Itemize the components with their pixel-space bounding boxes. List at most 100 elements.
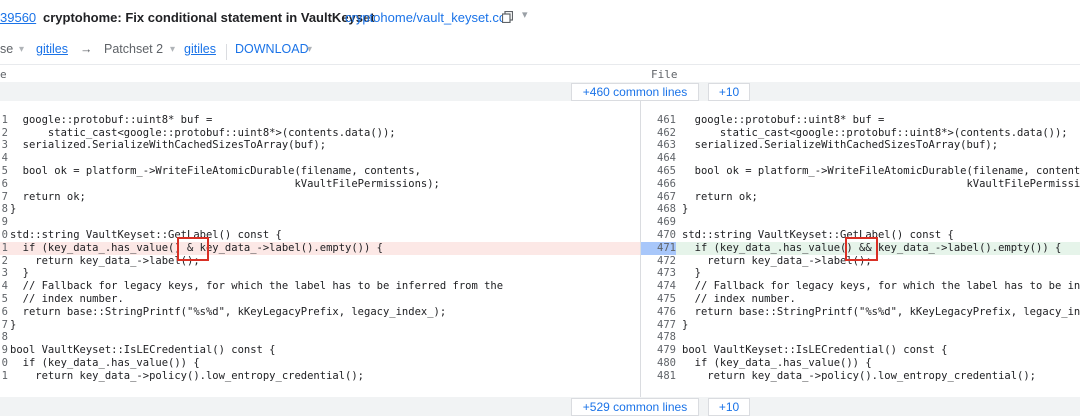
left-code-line: serialized.SerializeWithCachedSizesToArr… <box>10 139 327 152</box>
right-code-line: } <box>682 203 689 216</box>
right-code-line: // Fallback for legacy keys, for which t… <box>694 280 1080 293</box>
diff-row: 2 static_cast<google::protobuf::uint8*>(… <box>0 127 1080 140</box>
left-line-number[interactable]: 0 <box>0 229 8 242</box>
left-line-number[interactable]: 5 <box>0 293 8 306</box>
diff-row: 3 } 473 } <box>0 267 1080 280</box>
expand-common-lines-button[interactable]: +460 common lines <box>571 83 699 101</box>
right-line-number[interactable]: 468 <box>648 203 680 216</box>
download-dropdown-icon[interactable]: ▾ <box>307 44 312 55</box>
left-code-line: } <box>10 203 17 216</box>
right-line-number[interactable]: 464 <box>648 152 680 165</box>
left-line-number[interactable]: 2 <box>0 127 8 140</box>
right-code-line: serialized.SerializeWithCachedSizesToArr… <box>682 139 999 152</box>
diff-row: 8 478 <box>0 331 1080 344</box>
change-subject: cryptohome: Fix conditional statement in… <box>43 10 375 25</box>
right-line-number[interactable]: 471 <box>648 242 680 255</box>
download-button[interactable]: DOWNLOAD <box>235 42 309 56</box>
left-code-line <box>10 331 642 344</box>
diff-row: 6 return base::StringPrintf("%s%d", kKey… <box>0 306 1080 319</box>
right-line-number[interactable] <box>648 101 680 114</box>
copy-icon[interactable] <box>502 11 513 23</box>
right-line-number[interactable]: 472 <box>648 255 680 268</box>
right-line-number[interactable]: 461 <box>648 114 680 127</box>
patch-gitiles-link[interactable]: gitiles <box>184 42 216 56</box>
diff-row: 9 bool VaultKeyset::IsLECredential() cons… <box>0 344 1080 357</box>
right-line-number[interactable]: 481 <box>648 370 680 383</box>
left-line-number[interactable]: 6 <box>0 306 8 319</box>
right-code-line: // index number. <box>682 293 796 305</box>
left-column-label: e <box>0 68 7 81</box>
right-line-number[interactable]: 473 <box>648 267 680 280</box>
right-line-number[interactable]: 476 <box>648 306 680 319</box>
left-line-number[interactable]: 5 <box>0 165 8 178</box>
diff-row <box>0 101 1080 114</box>
divider <box>226 44 227 60</box>
left-code-line: // Fallback for legacy keys, for which t… <box>10 280 504 293</box>
right-code-line: return base::StringPrintf("%s%d", kKeyLe… <box>682 305 1080 318</box>
base-dropdown-icon[interactable]: ▾ <box>19 44 24 55</box>
left-code-line: // index number. <box>10 293 124 305</box>
file-path-link[interactable]: cryptohome/vault_keyset.cc <box>345 10 505 25</box>
left-line-number[interactable]: 9 <box>0 344 8 357</box>
left-line-number[interactable]: 8 <box>0 331 8 344</box>
left-line-number[interactable]: 4 <box>0 280 8 293</box>
column-header: e File <box>0 64 1080 83</box>
left-line-number[interactable]: 8 <box>0 203 8 216</box>
right-code-line: } <box>682 267 701 280</box>
right-line-number[interactable]: 465 <box>648 165 680 178</box>
base-gitiles-link[interactable]: gitiles <box>36 42 68 56</box>
right-line-number[interactable]: 467 <box>648 191 680 204</box>
right-code-line: bool VaultKeyset::IsLECredential() const… <box>682 344 948 357</box>
expand-ten-lines-button[interactable]: +10 <box>708 398 750 416</box>
diff-row: 1 if (key_data_.has_value() & key_data_-… <box>0 242 1080 255</box>
left-code-line: google::protobuf::uint8* buf = <box>10 113 213 126</box>
patchset-dropdown-icon[interactable]: ▾ <box>170 44 175 55</box>
diff-row: 5 bool ok = platform_->WriteFileAtomicDu… <box>0 165 1080 178</box>
left-line-number[interactable]: 9 <box>0 216 8 229</box>
right-line-number[interactable]: 475 <box>648 293 680 306</box>
base-patchset-selector[interactable]: se <box>0 42 13 56</box>
left-line-number[interactable]: 7 <box>0 319 8 332</box>
right-code-line: kVaultFilePermissions); <box>682 177 1080 190</box>
added-operator-annotation <box>845 237 878 261</box>
right-code-line: google::protobuf::uint8* buf = <box>682 113 885 126</box>
right-line-number[interactable]: 474 <box>648 280 680 293</box>
diff-row: 5 // index number. 475 // index number. <box>0 293 1080 306</box>
left-line-number[interactable]: 2 <box>0 255 8 268</box>
left-line-number[interactable]: 6 <box>0 178 8 191</box>
right-line-number[interactable]: 462 <box>648 127 680 140</box>
left-code-line: return base::StringPrintf("%s%d", kKeyLe… <box>10 305 447 318</box>
right-line-number[interactable]: 466 <box>648 178 680 191</box>
right-code-line: static_cast<google::protobuf::uint8*>(co… <box>682 126 1068 139</box>
expand-ten-lines-button[interactable]: +10 <box>708 83 750 101</box>
diff-row: 7} 477} <box>0 319 1080 332</box>
right-line-number[interactable]: 469 <box>648 216 680 229</box>
left-code-line: } <box>10 267 29 280</box>
left-line-number[interactable]: 4 <box>0 152 8 165</box>
left-line-number[interactable]: 7 <box>0 191 8 204</box>
right-line-number[interactable]: 470 <box>648 229 680 242</box>
left-line-number[interactable] <box>0 101 8 114</box>
right-line-number[interactable]: 477 <box>648 319 680 332</box>
left-line-number[interactable]: 0 <box>0 357 8 370</box>
left-line-number[interactable]: 3 <box>0 267 8 280</box>
diff-row: 7 return ok; 467 return ok; <box>0 191 1080 204</box>
left-line-number[interactable]: 1 <box>0 242 8 255</box>
left-line-number[interactable]: 3 <box>0 139 8 152</box>
chevron-down-icon[interactable]: ▾ <box>522 8 528 21</box>
right-line-number[interactable]: 480 <box>648 357 680 370</box>
side-by-side-diff: 1 google::protobuf::uint8* buf = 461 goog… <box>0 101 1080 397</box>
expand-common-lines-button[interactable]: +529 common lines <box>571 398 699 416</box>
patchset-selector[interactable]: Patchset 2 <box>104 42 163 56</box>
diff-row: 1 google::protobuf::uint8* buf = 461 goog… <box>0 114 1080 127</box>
left-code-line: static_cast<google::protobuf::uint8*>(co… <box>10 126 396 139</box>
left-code-line: bool ok = platform_->WriteFileAtomicDura… <box>10 165 421 177</box>
diff-row: 8} 468} <box>0 203 1080 216</box>
left-line-number[interactable]: 1 <box>0 114 8 127</box>
right-line-number[interactable]: 478 <box>648 331 680 344</box>
right-line-number[interactable]: 479 <box>648 344 680 357</box>
right-code-line: return ok; <box>682 190 758 203</box>
left-line-number[interactable]: 1 <box>0 370 8 383</box>
change-number-link[interactable]: 39560 <box>0 10 36 25</box>
right-line-number[interactable]: 463 <box>648 139 680 152</box>
